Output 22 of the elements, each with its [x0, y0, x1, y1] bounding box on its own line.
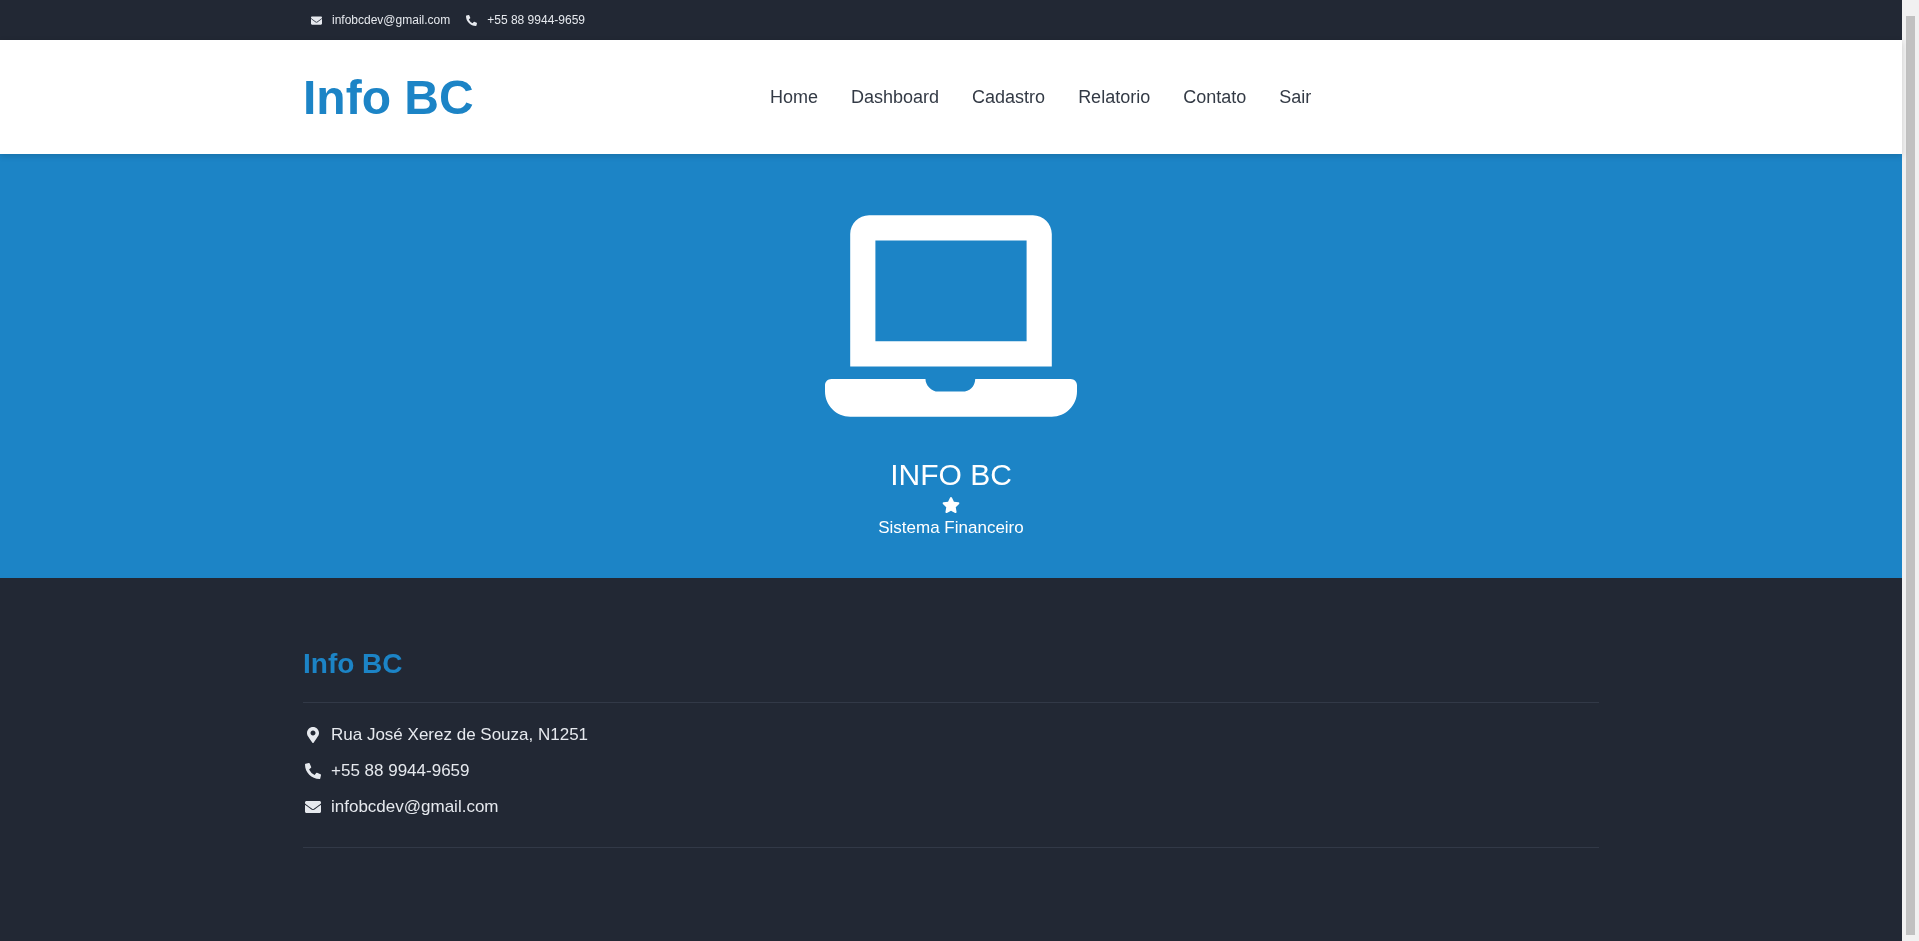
- nav-link[interactable]: Relatorio: [1078, 86, 1151, 108]
- nav-link[interactable]: Contato: [1183, 86, 1247, 108]
- nav-link[interactable]: Cadastro: [972, 86, 1046, 108]
- site-logo[interactable]: Info BC: [303, 69, 770, 125]
- scrollbar[interactable]: [1902, 0, 1919, 941]
- contact-text: infobcdev@gmail.com: [331, 797, 499, 817]
- map-pin-icon: [305, 727, 321, 743]
- phone-icon: [305, 763, 321, 779]
- email-text: infobcdev@gmail.com: [332, 13, 451, 27]
- phone-text: +55 88 9944-9659: [487, 13, 585, 27]
- footer-heading: Info BC: [303, 648, 1599, 703]
- hero-subtitle: Sistema Financeiro: [878, 518, 1024, 538]
- nav-link[interactable]: Home: [770, 86, 818, 108]
- nav-link[interactable]: Sair: [1279, 86, 1312, 108]
- star-icon: [942, 496, 960, 514]
- nav-link[interactable]: Dashboard: [851, 86, 940, 108]
- envelope-icon: [305, 799, 321, 815]
- hero-title: INFO BC: [890, 458, 1012, 492]
- phone-icon: [466, 14, 478, 26]
- envelope-icon: [311, 14, 322, 26]
- contact-text: Rua José Xerez de Souza, N1251: [331, 725, 589, 745]
- contact-text: +55 88 9944-9659: [331, 761, 470, 781]
